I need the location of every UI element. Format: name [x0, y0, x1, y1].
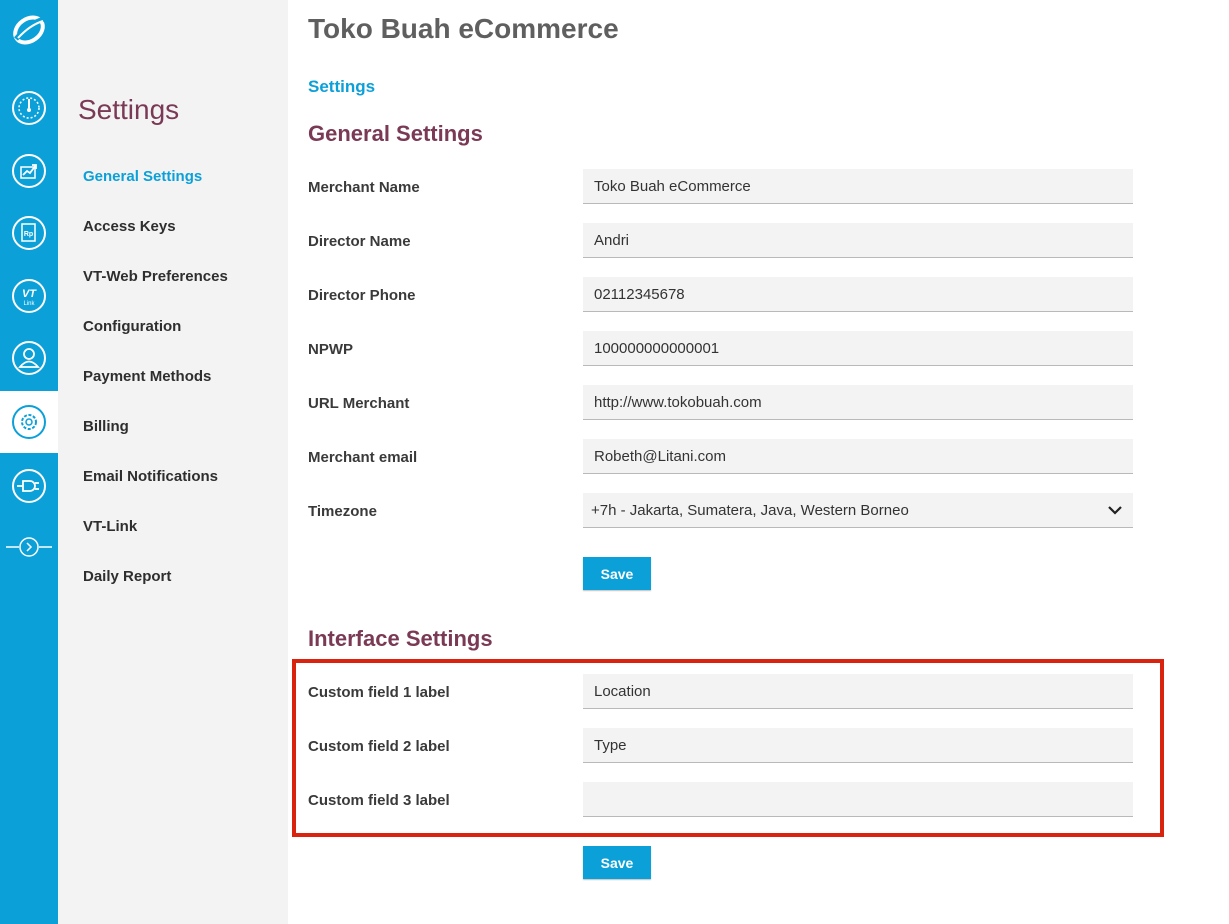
general-settings-heading: General Settings: [308, 121, 483, 146]
interface-settings-heading: Interface Settings: [308, 626, 493, 651]
merchant-email-input[interactable]: [583, 439, 1133, 474]
svg-text:Rp: Rp: [24, 231, 33, 238]
sidebar-item-daily-report[interactable]: Daily Report: [83, 568, 171, 585]
npwp-label: NPWP: [308, 341, 353, 358]
sidebar-item-vt-web-preferences[interactable]: VT-Web Preferences: [83, 268, 228, 285]
sidebar-item-access-keys[interactable]: Access Keys: [83, 218, 176, 235]
breadcrumb-settings[interactable]: Settings: [308, 77, 375, 97]
sidebar-item-vt-link[interactable]: VT-Link: [83, 518, 137, 535]
invoice-rp-icon: Rp: [12, 216, 46, 250]
director-name-input[interactable]: [583, 223, 1133, 258]
npwp-input[interactable]: [583, 331, 1133, 366]
general-save-button[interactable]: Save: [583, 557, 651, 590]
sidebar-item-email-notifications[interactable]: Email Notifications: [83, 468, 218, 485]
timezone-select[interactable]: +7h - Jakarta, Sumatera, Java, Western B…: [583, 493, 1133, 528]
settings-gear-icon: [12, 405, 46, 439]
annotation-highlight-box: [292, 659, 1164, 837]
merchant-name-label: Merchant Name: [308, 179, 420, 196]
timezone-selected-value: +7h - Jakarta, Sumatera, Java, Western B…: [591, 501, 909, 519]
rail-user[interactable]: [0, 327, 58, 389]
user-profile-icon: [12, 341, 46, 375]
chevron-down-icon: [1108, 503, 1122, 517]
url-merchant-label: URL Merchant: [308, 395, 410, 412]
dashboard-gauge-icon: [12, 91, 46, 125]
sidebar-item-general-settings[interactable]: General Settings: [83, 168, 202, 185]
vt-link-icon: VT Link: [12, 279, 46, 313]
transactions-trend-icon: [12, 154, 46, 188]
sidebar-item-configuration[interactable]: Configuration: [83, 318, 181, 335]
brand-logo-icon: [13, 15, 45, 45]
icon-rail: Rp VT Link: [0, 0, 58, 924]
rail-settings[interactable]: [0, 391, 58, 453]
sidebar-item-billing[interactable]: Billing: [83, 418, 129, 435]
url-merchant-input[interactable]: [583, 385, 1133, 420]
director-phone-input[interactable]: [583, 277, 1133, 312]
rail-invoices[interactable]: Rp: [0, 202, 58, 264]
svg-text:VT: VT: [22, 288, 37, 300]
expand-arrow-icon: [6, 537, 52, 557]
settings-sidebar: Settings General Settings Access Keys VT…: [58, 0, 288, 924]
merchant-email-label: Merchant email: [308, 449, 418, 466]
brand-logo[interactable]: [0, 0, 58, 60]
rail-dashboard[interactable]: [0, 77, 58, 139]
director-phone-label: Director Phone: [308, 287, 416, 304]
merchant-name-input[interactable]: [583, 169, 1133, 204]
timezone-label: Timezone: [308, 503, 377, 520]
rail-vt-link[interactable]: VT Link: [0, 265, 58, 327]
page-title: Toko Buah eCommerce: [308, 13, 619, 44]
interface-save-button[interactable]: Save: [583, 846, 651, 879]
svg-text:Link: Link: [23, 301, 35, 307]
plug-integration-icon: [12, 469, 46, 503]
sidebar-title: Settings: [78, 94, 180, 125]
director-name-label: Director Name: [308, 233, 411, 250]
rail-expand[interactable]: [0, 517, 58, 577]
rail-integrations[interactable]: [0, 455, 58, 517]
sidebar-item-payment-methods[interactable]: Payment Methods: [83, 368, 211, 385]
rail-transactions[interactable]: [0, 140, 58, 202]
